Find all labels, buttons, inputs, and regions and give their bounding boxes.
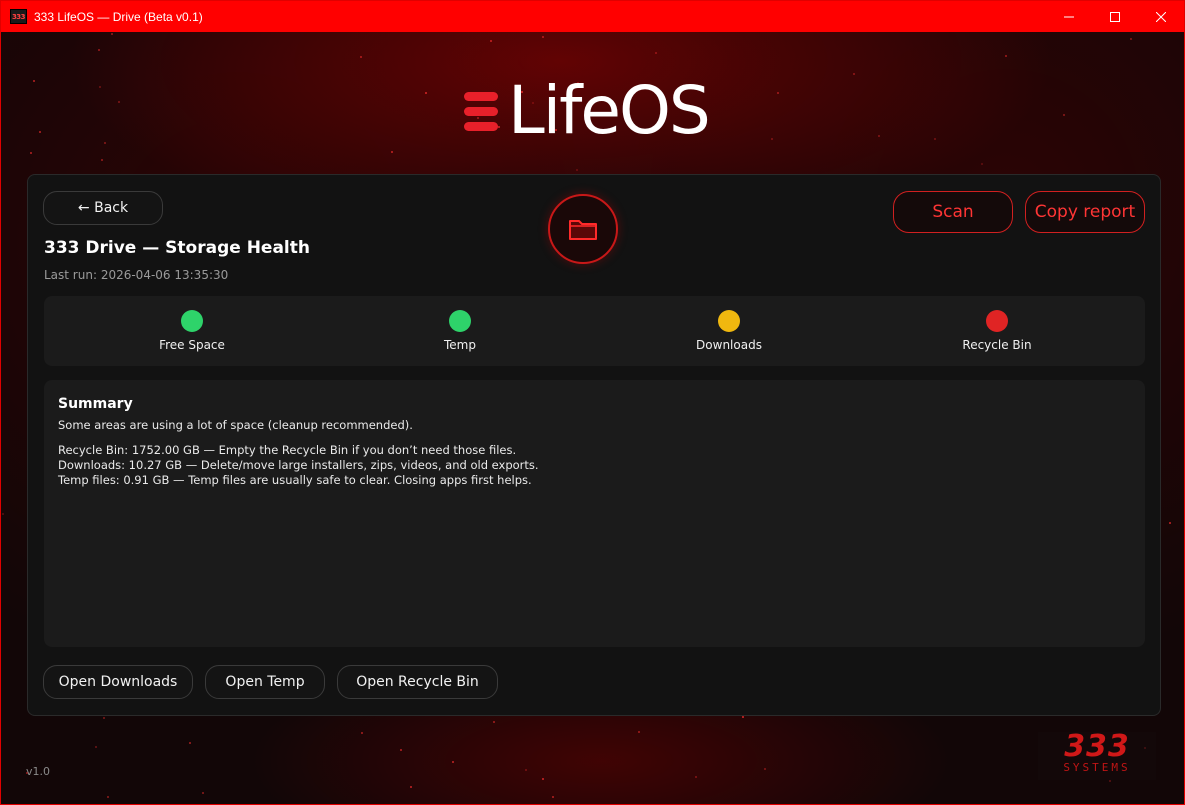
star-particle xyxy=(103,141,106,144)
status-recycle-bin: Recycle Bin xyxy=(917,310,1077,352)
summary-line-downloads: Downloads: 10.27 GB — Delete/move large … xyxy=(58,458,539,472)
star-particle xyxy=(1109,779,1112,782)
status-label: Free Space xyxy=(159,338,225,352)
last-run-timestamp: Last run: 2026-04-06 13:35:30 xyxy=(44,268,229,282)
copy-report-button[interactable]: Copy report xyxy=(1025,191,1145,233)
star-particle xyxy=(101,158,104,161)
star-particle xyxy=(1005,55,1008,58)
star-particle xyxy=(399,749,402,752)
star-particle xyxy=(188,741,191,744)
star-particle xyxy=(1063,113,1066,116)
star-particle xyxy=(361,731,364,734)
star-particle xyxy=(741,715,744,718)
window-title: 333 LifeOS — Drive (Beta v0.1) xyxy=(34,9,203,24)
open-recycle-bin-button[interactable]: Open Recycle Bin xyxy=(337,665,498,699)
star-particle xyxy=(1169,522,1172,525)
333-systems-logo: 333 SYSTEMS xyxy=(1038,732,1156,780)
version-label: v1.0 xyxy=(26,765,51,778)
brand-number: 333 xyxy=(1064,729,1130,764)
star-particle xyxy=(852,72,855,75)
summary-intro: Some areas are using a lot of space (cle… xyxy=(58,418,413,432)
maximize-icon[interactable] xyxy=(1092,1,1138,32)
app-window: 333 333 LifeOS — Drive (Beta v0.1) LifeO… xyxy=(0,0,1185,805)
star-particle xyxy=(425,92,428,95)
status-label: Downloads xyxy=(696,338,762,352)
folder-icon xyxy=(548,194,618,264)
status-downloads: Downloads xyxy=(649,310,809,352)
star-particle xyxy=(1129,38,1132,41)
star-particle xyxy=(933,138,936,141)
window-controls xyxy=(1046,1,1184,32)
star-particle xyxy=(877,134,880,137)
star-particle xyxy=(118,100,121,103)
star-particle xyxy=(110,33,113,36)
lifeos-logo: LifeOS xyxy=(464,71,711,151)
logo-bars-icon xyxy=(464,91,498,131)
star-particle xyxy=(764,768,767,771)
star-particle xyxy=(390,151,393,154)
title-bar[interactable]: 333 333 LifeOS — Drive (Beta v0.1) xyxy=(1,1,1184,32)
star-particle xyxy=(97,49,100,52)
star-particle xyxy=(94,746,97,749)
star-particle xyxy=(490,39,493,42)
close-icon[interactable] xyxy=(1138,1,1184,32)
scan-button[interactable]: Scan xyxy=(893,191,1013,233)
star-particle xyxy=(981,162,984,165)
star-particle xyxy=(542,35,545,38)
star-particle xyxy=(695,775,698,778)
star-particle xyxy=(551,795,554,798)
summary-panel: Summary Some areas are using a lot of sp… xyxy=(44,380,1145,647)
star-particle xyxy=(575,168,578,171)
status-dot xyxy=(986,310,1008,332)
star-particle xyxy=(202,791,205,794)
drive-health-card: ← Back 333 Drive — Storage Health Last r… xyxy=(27,174,1161,716)
status-indicators: Free Space Temp Downloads Recycle Bin xyxy=(44,296,1145,366)
star-particle xyxy=(38,130,41,133)
star-particle xyxy=(98,85,101,88)
status-dot xyxy=(449,310,471,332)
star-particle xyxy=(525,768,528,771)
star-particle xyxy=(493,721,496,724)
status-dot xyxy=(181,310,203,332)
star-particle xyxy=(29,151,32,154)
star-particle xyxy=(452,761,455,764)
summary-line-recycle-bin: Recycle Bin: 1752.00 GB — Empty the Recy… xyxy=(58,443,517,457)
brand-subtitle: SYSTEMS xyxy=(1063,761,1131,774)
star-particle xyxy=(655,51,658,54)
minimize-icon[interactable] xyxy=(1046,1,1092,32)
star-particle xyxy=(33,79,36,82)
star-particle xyxy=(102,716,105,719)
logo-text: LifeOS xyxy=(508,72,711,149)
star-particle xyxy=(541,777,544,780)
open-downloads-button[interactable]: Open Downloads xyxy=(43,665,193,699)
status-label: Temp xyxy=(444,338,476,352)
star-particle xyxy=(106,795,109,798)
open-temp-button[interactable]: Open Temp xyxy=(205,665,325,699)
status-free-space: Free Space xyxy=(112,310,272,352)
app-icon: 333 xyxy=(10,9,27,24)
page-title: 333 Drive — Storage Health xyxy=(44,238,310,258)
summary-line-temp: Temp files: 0.91 GB — Temp files are usu… xyxy=(58,473,532,487)
status-temp: Temp xyxy=(380,310,540,352)
star-particle xyxy=(638,730,641,733)
status-label: Recycle Bin xyxy=(962,338,1032,352)
star-particle xyxy=(410,785,413,788)
star-particle xyxy=(359,55,362,58)
star-particle xyxy=(2,513,5,516)
status-dot xyxy=(718,310,740,332)
star-particle xyxy=(771,137,774,140)
back-button[interactable]: ← Back xyxy=(43,191,163,225)
star-particle xyxy=(776,91,779,94)
summary-title: Summary xyxy=(58,396,133,412)
